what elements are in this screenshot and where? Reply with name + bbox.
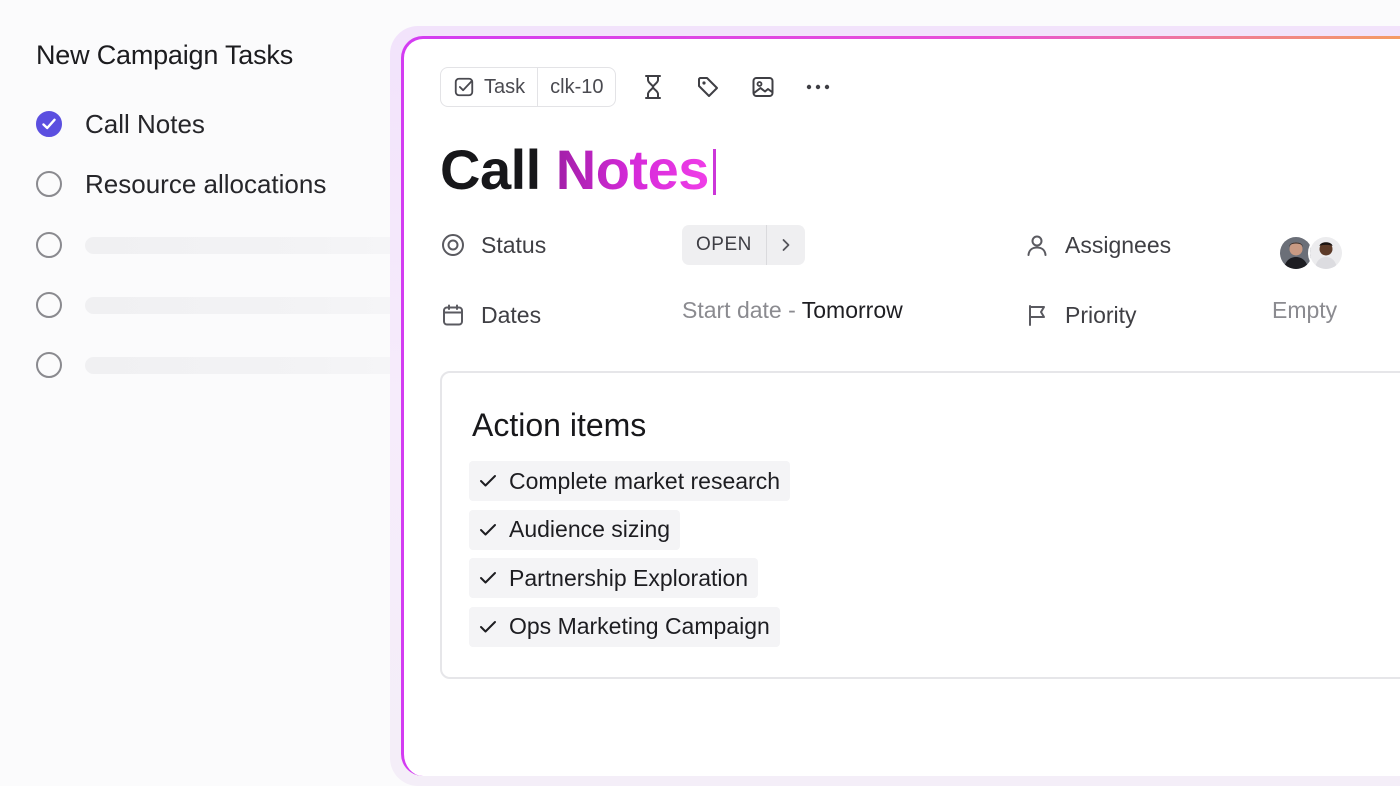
task-type-chip[interactable]: Task clk-10 [440,67,617,107]
checkmark-icon [480,523,496,535]
task-list-item-placeholder[interactable] [36,348,415,382]
more-horizontal-icon [807,84,830,90]
task-title[interactable]: Call Notes [440,135,716,205]
checkmark-icon [480,620,496,632]
task-type-button[interactable]: Task [441,68,537,106]
cover-image-button[interactable] [745,69,781,105]
dates-value[interactable]: Start date - Tomorrow [682,297,903,324]
action-item[interactable]: Ops Marketing Campaign [469,606,780,647]
action-items-list: Complete market research Audience sizing… [469,461,790,655]
checkbox-icon[interactable] [36,232,62,258]
assignees-label: Assignees [1065,231,1172,258]
assignee-avatars[interactable] [1278,235,1344,271]
status-value[interactable]: OPEN [682,225,766,265]
action-item[interactable]: Partnership Exploration [469,558,759,598]
start-date-value: Tomorrow [801,297,903,323]
image-icon [752,77,774,97]
status-selector[interactable]: OPEN [682,225,805,265]
task-list-item-call-notes[interactable]: Call Notes [36,107,205,141]
check-square-icon [454,77,474,97]
tags-button[interactable] [690,69,726,105]
task-list-item-resource-allocations[interactable]: Resource allocations [36,167,326,201]
status-field: Status [441,225,546,265]
chevron-right-icon [782,239,790,251]
task-list-item-placeholder[interactable] [36,228,415,262]
priority-field: Priority [1025,295,1137,335]
placeholder-bar [85,296,415,314]
flag-icon [1029,305,1045,326]
next-status-button[interactable] [765,225,805,265]
checkmark-icon [480,475,496,487]
more-options-button[interactable] [800,69,836,105]
checkbox-icon[interactable] [36,292,62,318]
task-list-item-placeholder[interactable] [36,288,415,322]
task-type-label: Task [484,75,526,98]
dates-field: Dates [441,295,541,335]
task-list-title: New Campaign Tasks [36,40,294,70]
task-title-text: Call [440,138,556,201]
checkbox-icon[interactable] [36,352,62,378]
calendar-icon [443,304,463,326]
action-item-label: Audience sizing [509,516,671,542]
task-title-highlighted-text: Notes [555,138,710,201]
action-item[interactable]: Audience sizing [469,509,681,550]
completed-checkbox-icon[interactable] [36,111,62,137]
checkmark-icon [480,572,496,584]
status-label: Status [481,231,547,258]
action-item-label: Ops Marketing Campaign [509,613,770,639]
user-icon [1027,235,1047,256]
task-detail-card: Task clk-10 Call Notes Status OPEN Assig… [401,36,1400,776]
task-description[interactable]: Action items Complete market research Au… [440,371,1400,679]
action-item[interactable]: Complete market research [469,461,790,501]
tag-icon [698,77,719,97]
assignees-field: Assignees [1025,225,1171,265]
placeholder-bar [85,356,415,374]
checkbox-icon[interactable] [36,171,62,197]
hourglass-icon [645,75,662,99]
placeholder-bar [85,236,415,254]
text-cursor [712,149,716,195]
dates-label: Dates [481,301,542,328]
avatar[interactable] [1308,235,1344,271]
task-toolbar: Task clk-10 [440,67,836,107]
time-tracking-button[interactable] [635,69,671,105]
task-id-label: clk-10 [550,75,604,98]
task-list-item-label: Call Notes [85,108,205,139]
description-heading: Action items [472,407,647,443]
start-date-prefix: Start date - [682,297,802,323]
action-item-label: Complete market research [509,467,780,494]
task-list-item-label: Resource allocations [85,168,327,199]
action-item-label: Partnership Exploration [509,564,749,591]
priority-label: Priority [1065,301,1137,328]
status-circle-icon [442,234,464,256]
priority-value[interactable]: Empty [1272,297,1337,324]
task-id-button[interactable]: clk-10 [537,68,615,106]
